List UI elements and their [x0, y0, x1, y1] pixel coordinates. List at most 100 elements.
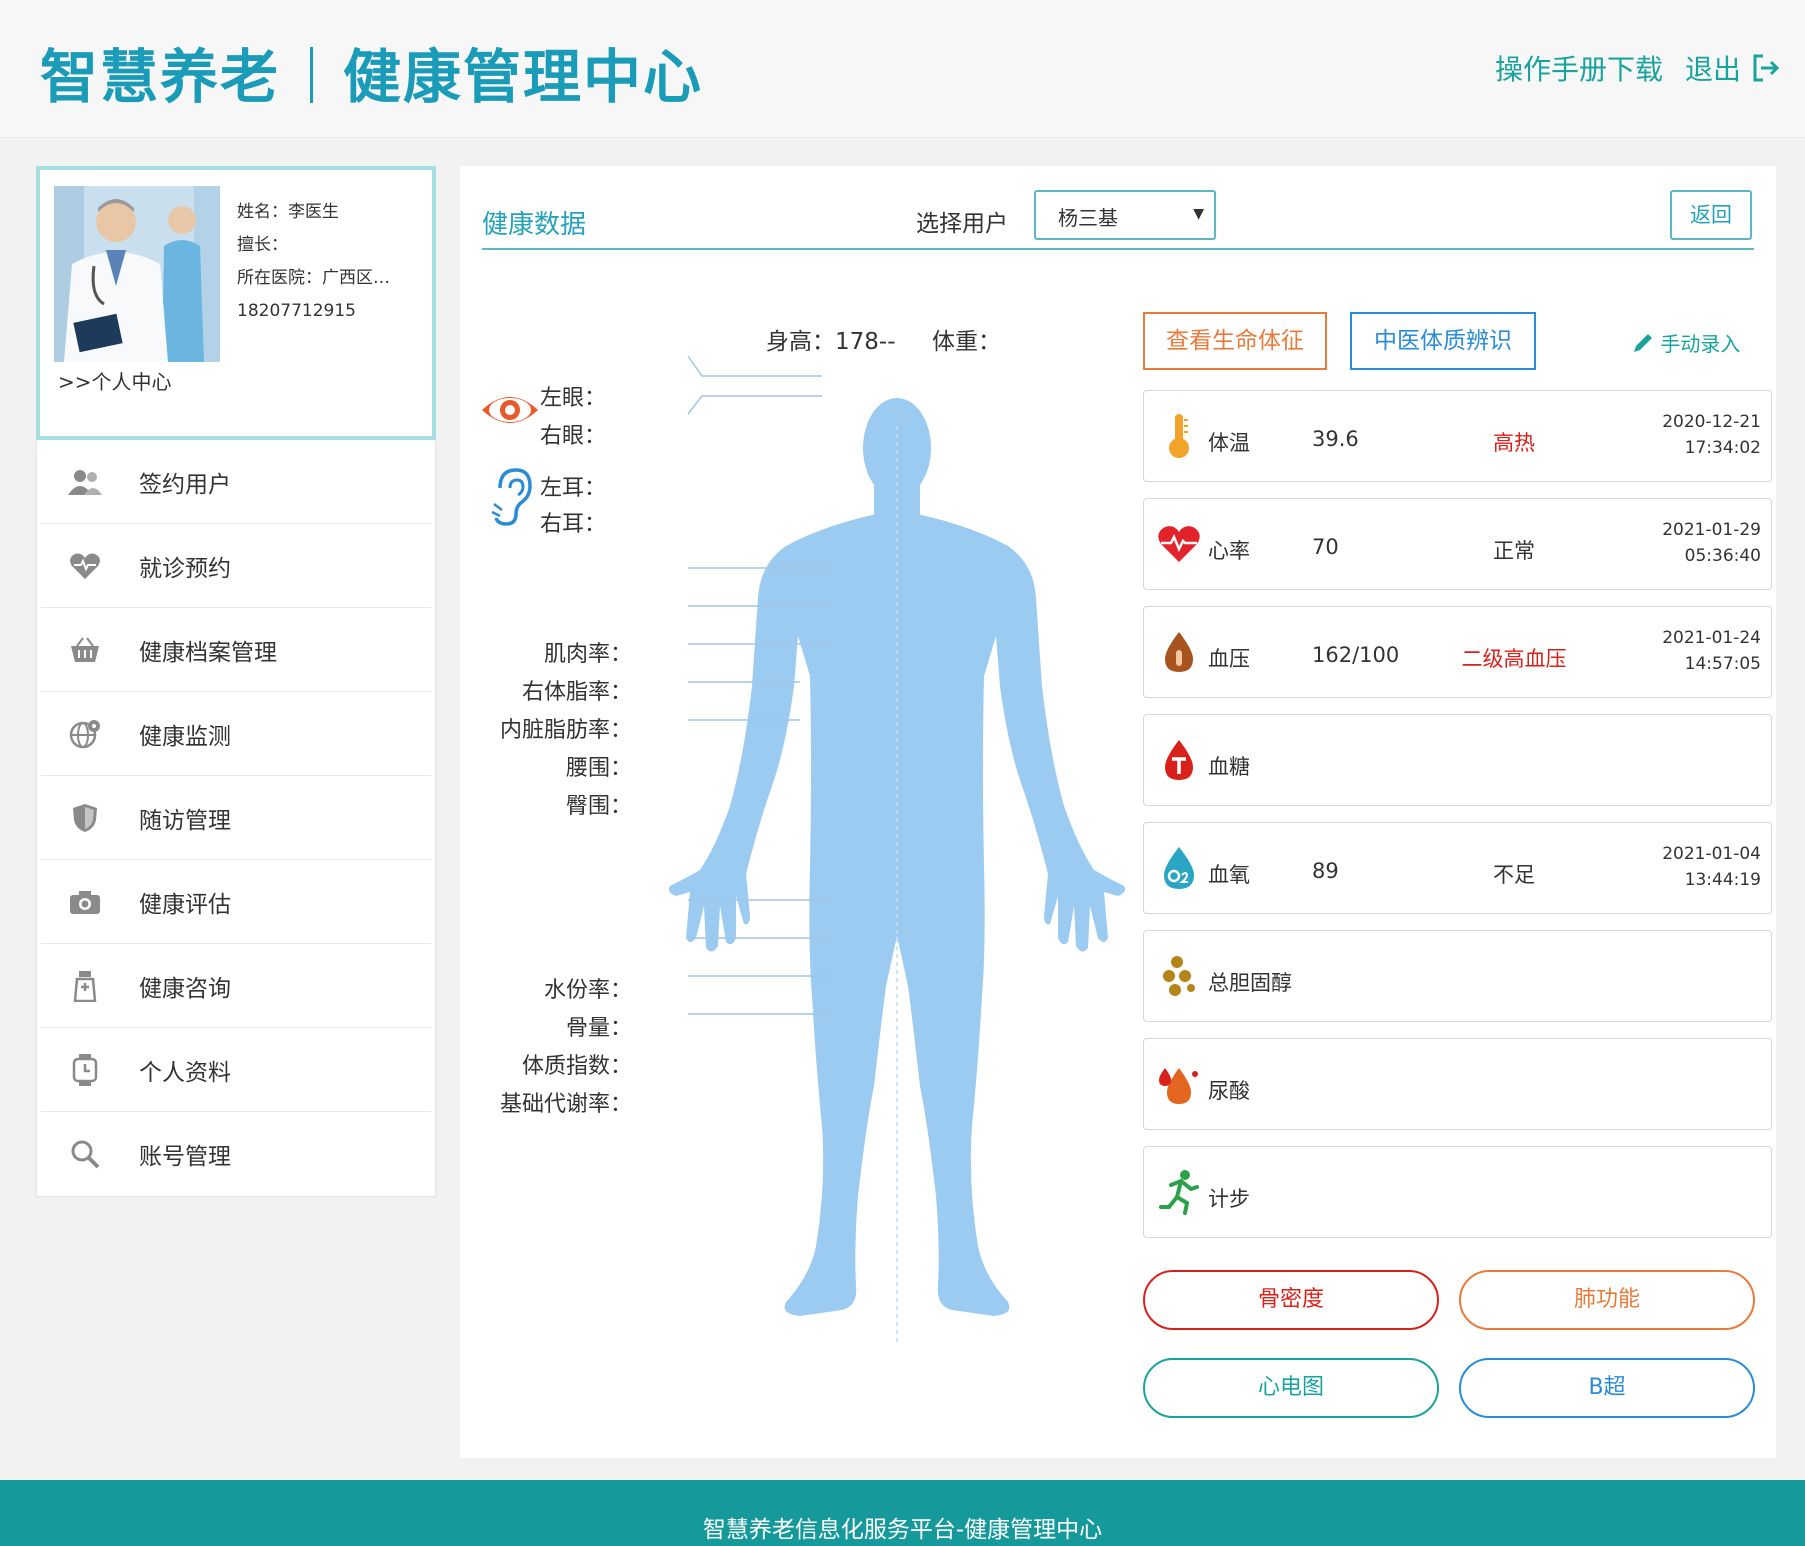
sidebar-item-label: 个人资料: [139, 1059, 231, 1086]
metric-datetime: 2021-01-29 05:36:40: [1662, 517, 1761, 569]
muscle-rate-label: 肌肉率：: [543, 642, 632, 667]
doctor-info: 姓名：李医生 擅长： 所在医院：广西区… 18207712915: [237, 196, 390, 328]
footer: 智慧养老信息化服务平台-健康管理中心: [0, 1480, 1805, 1546]
metric-card-uric-acid[interactable]: 尿酸: [1143, 1038, 1772, 1130]
metric-card-heart-rate[interactable]: 心率 70 正常 2021-01-29 05:36:40: [1143, 498, 1772, 590]
metric-status: 正常: [1493, 539, 1535, 563]
sidebar-item-label: 健康评估: [139, 891, 231, 918]
sidebar-item-health-consult[interactable]: 健康咨询: [41, 944, 431, 1028]
sidebar-item-profile[interactable]: 个人资料: [41, 1028, 431, 1112]
sidebar: 姓名：李医生 擅长： 所在医院：广西区… 18207712915 >>个人中心 …: [36, 166, 436, 1197]
blood-pressure-icon: [1154, 627, 1204, 677]
user-select-value: 杨三基: [1058, 206, 1118, 230]
lung-function-button[interactable]: 肺功能: [1459, 1270, 1755, 1330]
metric-status: 二级高血压: [1461, 647, 1567, 671]
b-ultrasound-button[interactable]: B超: [1459, 1358, 1755, 1418]
cholesterol-icon: [1154, 951, 1204, 1001]
sidebar-item-follow-up[interactable]: 随访管理: [41, 776, 431, 860]
metric-name: 血糖: [1208, 755, 1250, 779]
metric-name: 血氧: [1208, 863, 1250, 887]
search-icon: [65, 1139, 105, 1169]
bottle-icon: [65, 970, 105, 1002]
running-icon: [1154, 1167, 1204, 1217]
metric-card-temperature[interactable]: 体温 39.6 高热 2020-12-21 17:34:02: [1143, 390, 1772, 482]
main-panel: 健康数据 选择用户 杨三基 ▼ 返回 身高：178-- 体重： 左眼： 右眼： …: [460, 166, 1776, 1458]
hip-label: 臀围：: [565, 794, 632, 819]
body-fat-rate-label: 右体脂率：: [521, 680, 632, 705]
logo-primary: 智慧养老: [40, 43, 281, 111]
metric-value: 89: [1312, 859, 1339, 883]
back-button[interactable]: 返回: [1670, 190, 1752, 240]
logout-link[interactable]: 退出: [1685, 48, 1741, 88]
doctor-phone: 18207712915: [237, 301, 356, 321]
metric-datetime: 2021-01-04 13:44:19: [1662, 841, 1761, 893]
sidebar-menu: 签约用户 就诊预约 健康档案管理 健康监测 随访管理 健康评估 健康咨询 个人资…: [36, 440, 436, 1197]
left-eye-label: 左眼：: [540, 386, 607, 411]
metric-name: 尿酸: [1208, 1079, 1250, 1103]
uric-acid-icon: [1154, 1059, 1204, 1109]
sidebar-item-appointment[interactable]: 就诊预约: [41, 524, 431, 608]
footer-text: 智慧养老信息化服务平台-健康管理中心: [702, 1517, 1103, 1543]
header: 智慧养老 健康管理中心 操作手册下载 退出: [0, 0, 1805, 138]
logo-secondary: 健康管理中心: [343, 43, 704, 111]
weight-label: 体重：: [932, 329, 1001, 355]
logo-divider: [310, 47, 314, 103]
right-eye-label: 右眼：: [540, 424, 607, 449]
metric-value: 162/100: [1312, 643, 1400, 667]
sidebar-item-label: 签约用户: [139, 471, 231, 498]
height-value: 178--: [835, 329, 896, 355]
logout-icon[interactable]: [1751, 53, 1781, 83]
doctor-name: 姓名：李医生: [237, 202, 339, 222]
metric-time: 05:36:40: [1684, 546, 1761, 566]
pencil-icon: [1634, 334, 1652, 352]
globe-icon: [65, 719, 105, 749]
metric-card-blood-pressure[interactable]: 血压 162/100 二级高血压 2021-01-24 14:57:05: [1143, 606, 1772, 698]
vital-signs-button[interactable]: 查看生命体征: [1143, 312, 1327, 370]
metric-card-blood-sugar[interactable]: 血糖: [1143, 714, 1772, 806]
dropdown-arrow-icon: ▼: [1193, 206, 1204, 222]
sidebar-item-health-records[interactable]: 健康档案管理: [41, 608, 431, 692]
sidebar-item-health-assessment[interactable]: 健康评估: [41, 860, 431, 944]
user-select[interactable]: 杨三基 ▼: [1034, 190, 1216, 240]
indicator-lines: [688, 356, 836, 1015]
visceral-fat-rate-label: 内脏脂肪率：: [499, 718, 632, 743]
ear-icon: [491, 468, 532, 526]
oxygen-icon: [1154, 843, 1204, 893]
metric-card-cholesterol[interactable]: 总胆固醇: [1143, 930, 1772, 1022]
ecg-button[interactable]: 心电图: [1143, 1358, 1439, 1418]
metric-date: 2021-01-29: [1662, 520, 1761, 540]
metric-datetime: 2020-12-21 17:34:02: [1662, 409, 1761, 461]
doctor-hospital: 所在医院：广西区…: [237, 268, 390, 288]
bone-density-button[interactable]: 骨密度: [1143, 1270, 1439, 1330]
logo: 智慧养老 健康管理中心: [40, 30, 703, 114]
water-rate-label: 水份率：: [543, 978, 632, 1003]
sidebar-item-account[interactable]: 账号管理: [41, 1112, 431, 1196]
tcm-constitution-button[interactable]: 中医体质辨识: [1350, 312, 1536, 370]
heart-icon: [65, 552, 105, 580]
eye-icon: [482, 397, 538, 423]
metric-card-steps[interactable]: 计步: [1143, 1146, 1772, 1238]
heartbeat-icon: [1154, 519, 1204, 569]
sidebar-item-health-monitoring[interactable]: 健康监测: [41, 692, 431, 776]
metric-name: 血压: [1208, 647, 1250, 671]
manual-entry-link[interactable]: 手动录入: [1632, 328, 1740, 357]
metric-date: 2020-12-21: [1662, 412, 1761, 432]
manual-download-link[interactable]: 操作手册下载: [1495, 48, 1663, 88]
metric-status: 高热: [1493, 431, 1535, 455]
metric-name: 心率: [1208, 539, 1250, 563]
sidebar-item-signed-users[interactable]: 签约用户: [41, 440, 431, 524]
sidebar-item-label: 账号管理: [139, 1144, 231, 1170]
bmi-label: 体质指数：: [521, 1054, 632, 1079]
sidebar-item-label: 随访管理: [139, 807, 231, 834]
right-ear-label: 右耳：: [540, 512, 607, 537]
users-icon: [65, 469, 105, 495]
select-user-label: 选择用户: [916, 211, 1008, 237]
metric-value: 70: [1312, 535, 1339, 559]
metric-card-blood-oxygen[interactable]: 血氧 89 不足 2021-01-04 13:44:19: [1143, 822, 1772, 914]
personal-center-link[interactable]: >>个人中心: [58, 366, 172, 395]
metric-name: 计步: [1208, 1187, 1250, 1211]
metric-name: 总胆固醇: [1208, 971, 1292, 995]
metric-date: 2021-01-24: [1662, 628, 1761, 648]
metric-time: 13:44:19: [1684, 870, 1761, 890]
watch-icon: [65, 1053, 105, 1086]
